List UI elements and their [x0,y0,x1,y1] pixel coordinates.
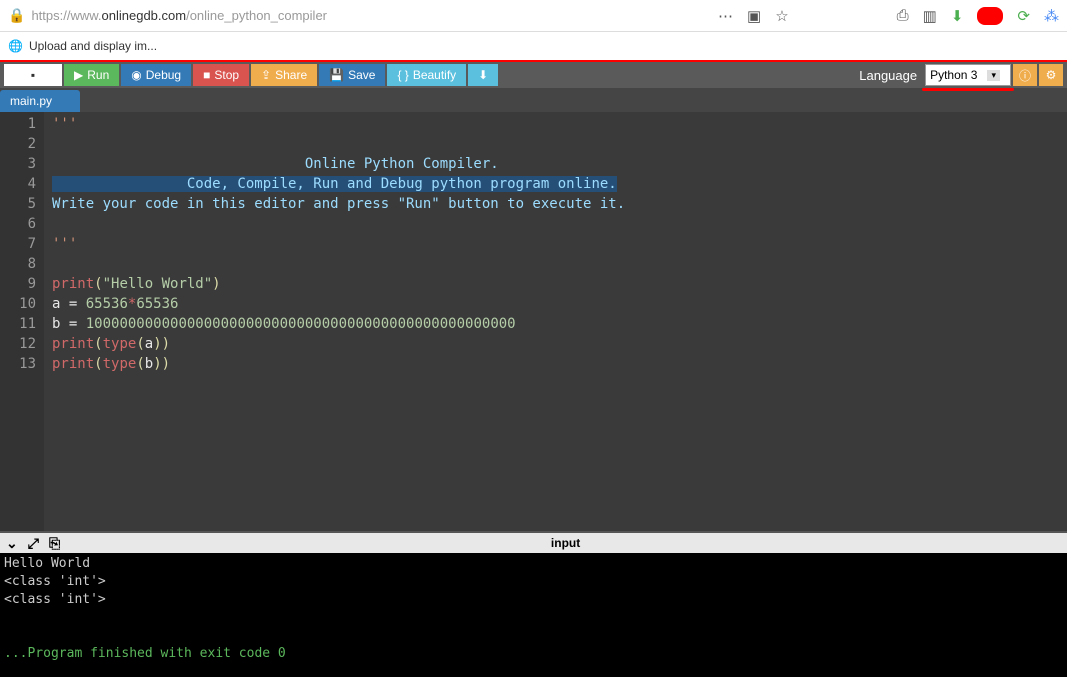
language-select[interactable]: Python 3 ▾ [925,64,1011,86]
stop-button[interactable]: ■Stop [193,64,249,86]
sidebar-icon[interactable]: ▥ [923,7,937,25]
copy-icon[interactable]: ⎘ [49,535,60,552]
console-toolbar: ⌄ ⤢ ⎘ input [0,531,1067,553]
beautify-button[interactable]: { }Beautify [387,64,466,86]
share-icon: ⇪ [261,68,271,82]
settings-button[interactable]: ⚙ [1039,64,1063,86]
info-button[interactable]: ⓘ [1013,64,1037,86]
download-icon: ⬇ [478,68,488,82]
code-area[interactable]: ''' Online Python Compiler. Code, Compil… [44,112,1067,531]
play-icon: ▶ [74,68,83,82]
debug-button[interactable]: ◉Debug [121,64,191,86]
red-annotation [977,7,1003,25]
stop-icon: ■ [203,68,210,82]
console-output[interactable]: Hello World <class 'int'> <class 'int'> … [0,553,1067,677]
lock-icon: 🔒 [8,7,25,24]
run-button[interactable]: ▶Run [64,64,119,86]
bookmark-item[interactable]: Upload and display im... [29,39,157,53]
gear-icon: ⚙ [1046,68,1057,82]
chevron-down-icon: ▾ [987,70,1000,81]
star-icon[interactable]: ☆ [775,7,788,25]
expand-icon[interactable]: ⤢ [28,535,39,552]
file-icon: ▪ [31,68,35,82]
code-editor[interactable]: 123 456 789 101112 13 ''' Online Python … [0,112,1067,531]
refresh-icon[interactable]: ⟳ [1017,7,1030,25]
language-label: Language [859,68,917,83]
console-line: <class 'int'> [4,591,1063,609]
download-button[interactable]: ⬇ [468,64,498,86]
url-bar[interactable]: https://www.onlinegdb.com/online_python_… [31,8,718,23]
console-line: ...Program finished with exit code 0 [4,645,1063,663]
save-icon: 💾 [329,68,344,82]
line-gutter: 123 456 789 101112 13 [0,112,44,531]
save-button[interactable]: 💾Save [319,64,385,86]
share-button[interactable]: ⇪Share [251,64,317,86]
console-title: input [70,536,1061,550]
library-icon[interactable]: ⎙ [897,7,909,24]
translate-icon[interactable]: ⁂ [1044,7,1059,25]
info-icon: ⓘ [1019,67,1031,84]
braces-icon: { } [397,68,408,82]
bookmark-bar: 🌐 Upload and display im... [0,32,1067,60]
editor-tab-bar: main.py [0,88,1067,112]
tab-main-py[interactable]: main.py [0,90,80,112]
console-line: <class 'int'> [4,573,1063,591]
red-annotation [922,88,1014,91]
console-line: Hello World [4,555,1063,573]
chevron-down-icon[interactable]: ⌄ [6,535,18,552]
browser-icons: ⋯ ▣ ☆ ⎙ ▥ ⬇ ⟳ ⁂ [718,7,1059,25]
download-icon[interactable]: ⬇ [951,7,964,25]
globe-icon: 🌐 [8,39,23,53]
target-icon: ◉ [131,68,141,82]
ide-toolbar: ▪ ▶Run ◉Debug ■Stop ⇪Share 💾Save { }Beau… [0,60,1067,88]
more-icon[interactable]: ⋯ [718,7,733,25]
browser-address-bar: 🔒 https://www.onlinegdb.com/online_pytho… [0,0,1067,32]
reader-icon[interactable]: ▣ [747,7,761,25]
new-file-button[interactable]: ▪ [4,64,62,86]
